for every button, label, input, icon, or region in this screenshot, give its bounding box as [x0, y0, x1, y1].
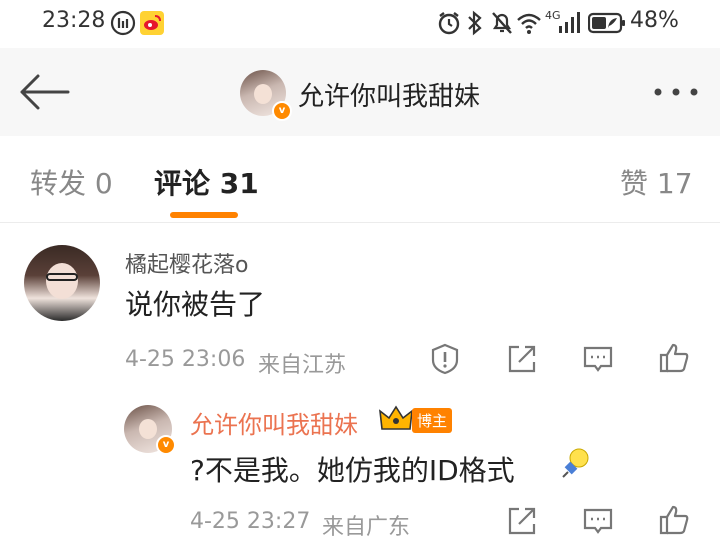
signal-icon — [559, 12, 580, 33]
battery-percent: 48% — [630, 8, 679, 33]
active-tab-indicator — [170, 212, 238, 218]
bluetooth-icon — [468, 10, 482, 36]
notification-icon — [110, 10, 136, 36]
comment-item: 橘起樱花落o 说你被告了 4-25 23:06 来自江苏 v 允许你叫我甜妹 博… — [0, 223, 720, 545]
crown-icon — [379, 405, 413, 430]
header-bar: v 允许你叫我甜妹 — [0, 48, 720, 137]
reply-username[interactable]: 允许你叫我甜妹 — [190, 405, 358, 440]
comment-icon[interactable] — [581, 342, 615, 376]
reply-verified-badge-icon: v — [156, 435, 176, 455]
comment-time: 4-25 23:06 — [125, 347, 246, 372]
repost-icon[interactable] — [505, 342, 539, 376]
reply-repost-icon[interactable] — [505, 504, 539, 538]
comment-avatar[interactable] — [24, 245, 100, 321]
comment-text: 说你被告了 — [125, 288, 266, 321]
reply-comment-icon[interactable] — [581, 504, 615, 538]
blogger-badge: 博主 — [412, 408, 453, 433]
tab-bar: 转发 0 评论 31 赞 17 — [0, 136, 720, 223]
weibo-app-icon — [140, 11, 164, 35]
wifi-icon — [517, 13, 541, 34]
mute-icon — [492, 12, 512, 34]
alarm-icon — [438, 12, 460, 35]
header-title: 允许你叫我甜妹 — [298, 82, 481, 112]
comment-location: 来自江苏 — [258, 353, 347, 378]
tab-likes[interactable]: 赞 17 — [620, 162, 693, 202]
like-icon[interactable] — [657, 341, 691, 375]
reply-time: 4-25 23:27 — [190, 509, 311, 534]
status-bar: 23:28 4G 48% — [0, 0, 720, 48]
reply-location: 来自广东 — [322, 515, 411, 540]
more-options-icon[interactable] — [652, 86, 700, 98]
tab-comments[interactable]: 评论 31 — [154, 162, 259, 202]
comment-username[interactable]: 橘起樱花落o — [125, 247, 248, 279]
reply-text: ?不是我。她仿我的ID格式 — [190, 454, 515, 487]
lightbulb-emoji-icon — [562, 448, 589, 478]
verified-badge-icon: v — [272, 101, 292, 121]
back-arrow-icon[interactable] — [18, 72, 70, 112]
reply-like-icon[interactable] — [657, 503, 691, 537]
report-icon[interactable] — [428, 342, 462, 376]
battery-icon — [588, 12, 625, 34]
tab-repost[interactable]: 转发 0 — [30, 162, 113, 202]
status-time: 23:28 — [42, 8, 106, 33]
